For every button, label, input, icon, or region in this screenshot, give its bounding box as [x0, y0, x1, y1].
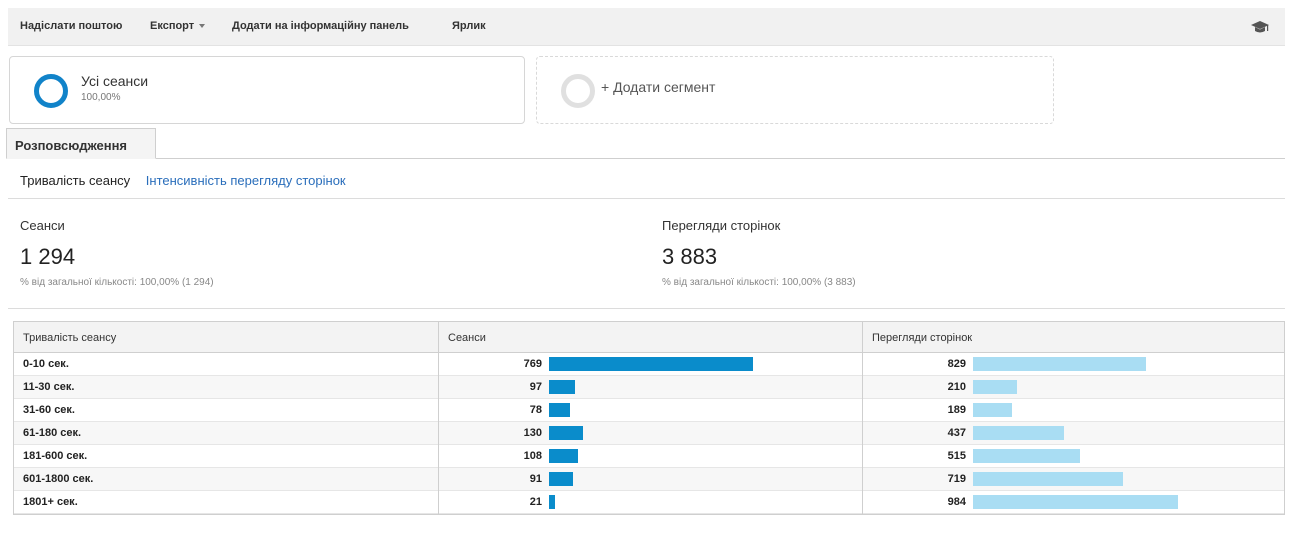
metric-label: Перегляди сторінок — [662, 218, 781, 233]
pageviews-bar — [973, 357, 1146, 371]
table-header: Тривалість сеансу Сеанси Перегляди сторі… — [14, 322, 1284, 353]
pageviews-value: 515 — [947, 450, 966, 462]
sessions-cell: 108 — [438, 445, 862, 468]
add-segment-button[interactable]: + Додати сегмент — [536, 56, 1054, 124]
graduation-cap-icon[interactable] — [1251, 19, 1269, 35]
sessions-cell: 97 — [438, 376, 862, 399]
add-to-dashboard-button[interactable]: Додати на інформаційну панель — [232, 20, 409, 32]
export-label: Експорт — [150, 20, 195, 32]
metric-subtext: % від загальної кількості: 100,00% (1 29… — [20, 277, 214, 288]
segment-all-sessions[interactable]: Усі сеанси 100,00% — [9, 56, 525, 124]
segment-percent: 100,00% — [81, 92, 121, 103]
tab-distribution[interactable]: Розповсюдження — [6, 128, 156, 159]
subtab-page-depth[interactable]: Інтенсивність перегляду сторінок — [146, 173, 346, 188]
pageviews-value: 984 — [947, 496, 966, 508]
report-toolbar: Надіслати поштою Експорт Додати на інфор… — [8, 8, 1285, 46]
divider — [8, 308, 1285, 309]
pageviews-value: 437 — [947, 427, 966, 439]
sessions-value: 97 — [529, 381, 542, 393]
table-row: 11-30 сек. 97 210 — [14, 376, 1284, 399]
pageviews-bar — [973, 380, 1017, 394]
sessions-cell: 21 — [438, 491, 862, 514]
table-row: 181-600 сек. 108 515 — [14, 445, 1284, 468]
table-row: 601-1800 сек. 91 719 — [14, 468, 1284, 491]
pageviews-bar — [973, 426, 1064, 440]
empty-segment-ring-icon — [561, 74, 595, 108]
duration-cell: 31-60 сек. — [23, 404, 75, 416]
duration-cell: 601-1800 сек. — [23, 473, 94, 485]
sessions-bar — [549, 403, 570, 417]
sessions-value: 130 — [523, 427, 542, 439]
sessions-value: 78 — [529, 404, 542, 416]
export-menu[interactable]: Експорт — [150, 20, 206, 32]
segment-name: Усі сеанси — [81, 73, 149, 89]
sessions-cell: 91 — [438, 468, 862, 491]
column-header-sessions[interactable]: Сеанси — [438, 322, 862, 353]
sessions-bar — [549, 380, 575, 394]
pageviews-cell: 437 — [862, 422, 1286, 445]
table-row: 31-60 сек. 78 189 — [14, 399, 1284, 422]
email-button[interactable]: Надіслати поштою — [20, 20, 122, 32]
pageviews-value: 210 — [947, 381, 966, 393]
segment-ring-icon — [34, 74, 68, 108]
sessions-cell: 78 — [438, 399, 862, 422]
sessions-bar — [549, 449, 578, 463]
sessions-bar — [549, 472, 573, 486]
add-segment-label: + Додати сегмент — [601, 79, 716, 95]
pageviews-value: 829 — [947, 358, 966, 370]
metric-subtext: % від загальної кількості: 100,00% (3 88… — [662, 277, 856, 288]
table-body: 0-10 сек. 769 829 11-30 сек. 97 210 31-60 сек.… — [14, 353, 1284, 514]
sessions-bar — [549, 495, 555, 509]
table-row: 1801+ сек. 21 984 — [14, 491, 1284, 514]
tab-bar-line — [8, 158, 1285, 159]
sessions-cell: 769 — [438, 353, 862, 376]
pageviews-cell: 829 — [862, 353, 1286, 376]
metric-label: Сеанси — [20, 218, 65, 233]
sessions-value: 769 — [523, 358, 542, 370]
distribution-table: Тривалість сеансу Сеанси Перегляди сторі… — [13, 321, 1285, 515]
shortcut-button[interactable]: Ярлик — [452, 20, 486, 32]
duration-cell: 11-30 сек. — [23, 381, 75, 393]
pageviews-bar — [973, 449, 1080, 463]
sessions-cell: 130 — [438, 422, 862, 445]
duration-cell: 1801+ сек. — [23, 496, 78, 508]
column-header-pageviews[interactable]: Перегляди сторінок — [862, 322, 1286, 353]
metric-sessions: Сеанси 1 294 % від загальної кількості: … — [20, 218, 214, 288]
metric-value: 1 294 — [20, 244, 76, 269]
pageviews-bar — [973, 472, 1123, 486]
sessions-bar — [549, 426, 583, 440]
pageviews-cell: 719 — [862, 468, 1286, 491]
pageviews-cell: 189 — [862, 399, 1286, 422]
duration-cell: 0-10 сек. — [23, 358, 69, 370]
table-row: 0-10 сек. 769 829 — [14, 353, 1284, 376]
chevron-down-icon — [199, 24, 206, 28]
metric-pageviews: Перегляди сторінок 3 883 % від загальної… — [662, 218, 856, 288]
table-row: 61-180 сек. 130 437 — [14, 422, 1284, 445]
sessions-value: 91 — [529, 473, 542, 485]
sessions-bar — [549, 357, 753, 371]
pageviews-value: 189 — [947, 404, 966, 416]
sessions-value: 108 — [523, 450, 542, 462]
column-header-duration[interactable]: Тривалість сеансу — [14, 322, 438, 353]
subtab-session-duration[interactable]: Тривалість сеансу — [20, 173, 130, 188]
divider — [8, 198, 1285, 199]
pageviews-cell: 515 — [862, 445, 1286, 468]
pageviews-cell: 984 — [862, 491, 1286, 514]
duration-cell: 61-180 сек. — [23, 427, 82, 439]
pageviews-bar — [973, 495, 1178, 509]
pageviews-value: 719 — [947, 473, 966, 485]
duration-cell: 181-600 сек. — [23, 450, 88, 462]
metric-value: 3 883 — [662, 244, 718, 269]
pageviews-bar — [973, 403, 1012, 417]
sessions-value: 21 — [529, 496, 542, 508]
pageviews-cell: 210 — [862, 376, 1286, 399]
subtab-bar: Тривалість сеансу Інтенсивність перегляд… — [20, 173, 346, 188]
